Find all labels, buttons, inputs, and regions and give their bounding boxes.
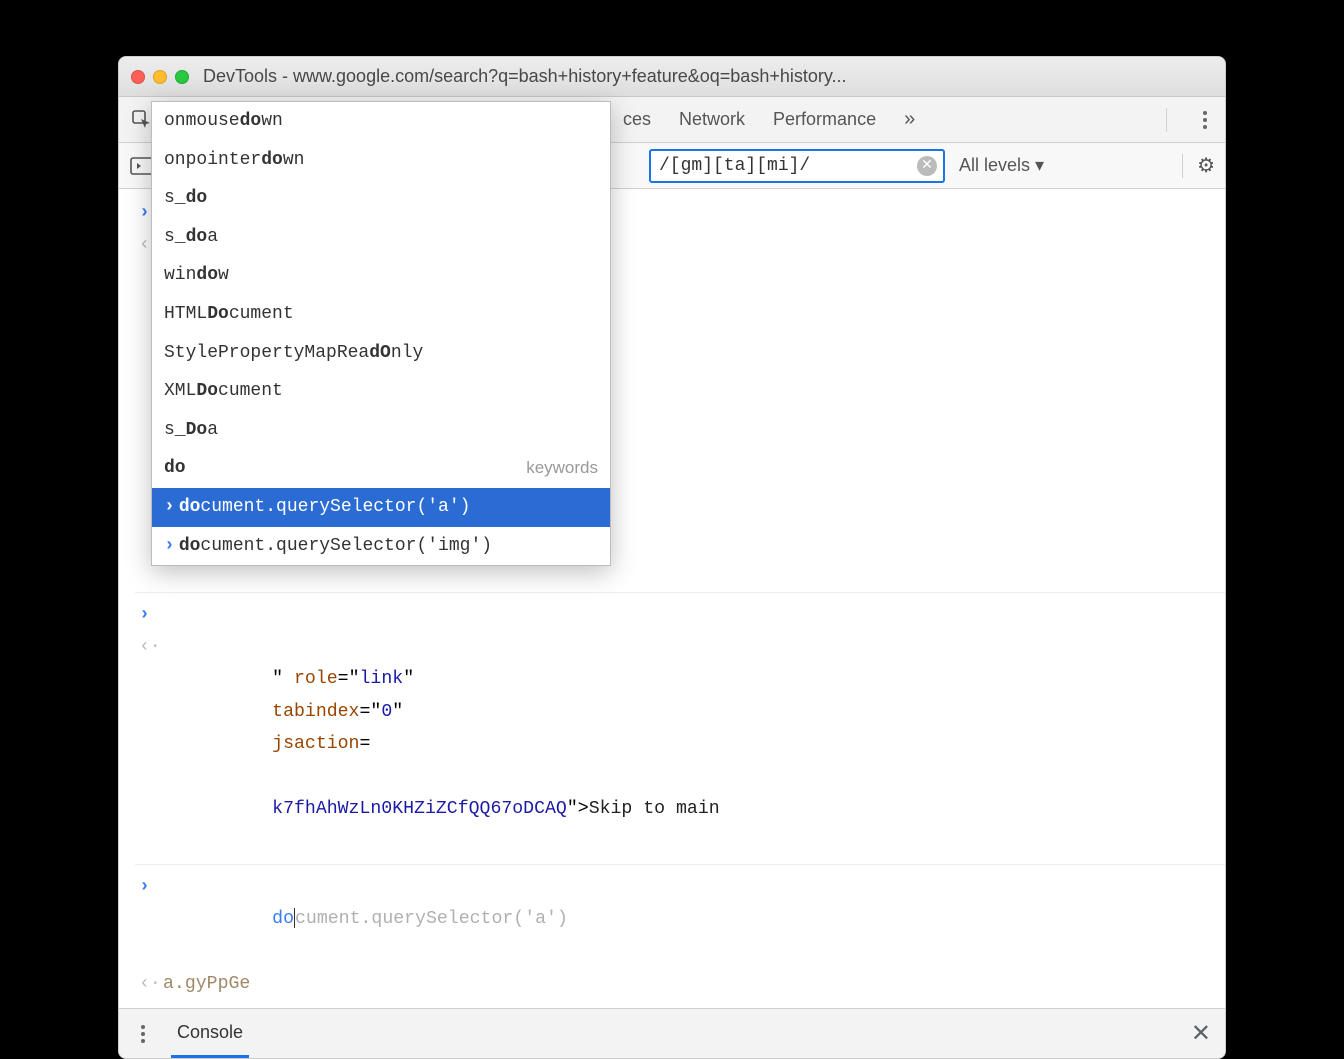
titlebar: DevTools - www.google.com/search?q=bash+… — [119, 57, 1225, 97]
console-code: " role="link" tabindex="0" jsaction= k7f… — [163, 631, 740, 858]
log-levels-dropdown[interactable]: All levels ▾ — [959, 155, 1044, 176]
more-tabs-icon[interactable]: » — [904, 108, 915, 131]
window-title: DevTools - www.google.com/search?q=bash+… — [203, 66, 847, 87]
output-caret-icon: ‹· — [139, 631, 153, 663]
minimize-window-button[interactable] — [153, 70, 167, 84]
autocomplete-popup: onmousedownonpointerdowns_dos_doawindowH… — [151, 101, 611, 566]
autocomplete-item[interactable]: onmousedown — [152, 102, 610, 141]
console-eager-eval-row: ‹· a.gyPpGe — [135, 968, 1225, 1000]
drawer-tab-console[interactable]: Console — [171, 1010, 249, 1058]
close-drawer-icon[interactable]: ✕ — [1191, 1019, 1211, 1048]
console-input-row: › — [135, 599, 1225, 631]
prompt-caret-icon: › — [139, 599, 153, 631]
clear-filter-icon[interactable]: ✕ — [917, 156, 937, 176]
console-prompt-input[interactable]: document.querySelector('a') — [163, 871, 588, 968]
tab-sources-partial[interactable]: ces — [623, 109, 651, 130]
close-window-button[interactable] — [131, 70, 145, 84]
autocomplete-item[interactable]: ›document.querySelector('img') — [152, 527, 610, 566]
autocomplete-item[interactable]: s_Doa — [152, 411, 610, 450]
tab-performance[interactable]: Performance — [773, 109, 876, 130]
fullscreen-window-button[interactable] — [175, 70, 189, 84]
settings-menu-icon[interactable] — [1195, 111, 1215, 129]
output-caret-icon: ‹· — [139, 968, 153, 1000]
separator — [1166, 108, 1167, 132]
console-prompt-row[interactable]: › document.querySelector('a') — [135, 871, 1225, 968]
filter-value: /[gm][ta][mi]/ — [659, 156, 917, 176]
console-output-row: ‹· " role="link" tabindex="0" jsaction= … — [135, 631, 1225, 858]
autocomplete-item[interactable]: window — [152, 256, 610, 295]
tab-network[interactable]: Network — [679, 109, 745, 130]
separator — [1182, 154, 1183, 178]
autocomplete-item[interactable]: dokeywords — [152, 449, 610, 488]
autocomplete-item[interactable]: XMLDocument — [152, 372, 610, 411]
autocomplete-item[interactable]: s_doa — [152, 218, 610, 257]
console-settings-icon[interactable]: ⚙ — [1197, 153, 1215, 178]
autocomplete-item[interactable]: onpointerdown — [152, 141, 610, 180]
eager-eval-result: a.gyPpGe — [163, 968, 270, 1000]
console-filter-input[interactable]: /[gm][ta][mi]/ ✕ — [649, 149, 945, 183]
autocomplete-item[interactable]: StylePropertyMapReadOnly — [152, 334, 610, 373]
autocomplete-item[interactable]: ›document.querySelector('a') — [152, 488, 610, 527]
prompt-caret-icon: › — [139, 871, 153, 903]
autocomplete-item[interactable]: HTMLDocument — [152, 295, 610, 334]
drawer: Console ✕ — [119, 1008, 1225, 1058]
devtools-window: DevTools - www.google.com/search?q=bash+… — [118, 56, 1226, 1059]
traffic-lights — [131, 70, 189, 84]
drawer-menu-icon[interactable] — [133, 1025, 153, 1043]
autocomplete-item[interactable]: s_do — [152, 179, 610, 218]
console-content: › ‹· irthday " height="33" src="/logos/d… — [119, 189, 1225, 1008]
